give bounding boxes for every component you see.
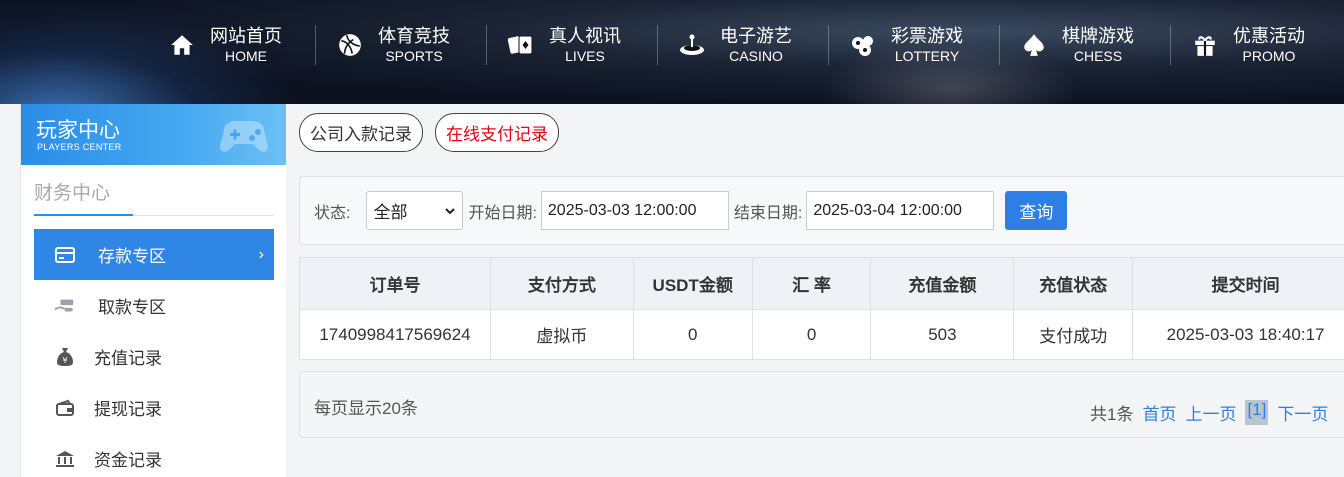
finance-center-heading: 财务中心: [34, 183, 111, 204]
nav-label: 彩票游戏: [891, 26, 963, 46]
home-icon: [168, 31, 196, 59]
nav-label: 体育竞技: [378, 26, 450, 46]
nav-sublabel: PROMO: [1242, 48, 1296, 64]
finance-menu: 存款专区 › 取款专区 ¥ 充值记录 提现记录 资金记录: [34, 229, 274, 477]
status-select-value: 全部: [373, 203, 408, 222]
nav-label: 优惠活动: [1233, 26, 1305, 46]
column-header: 订单号: [299, 257, 491, 310]
first-page-link[interactable]: 首页: [1142, 400, 1176, 425]
table-row: 1740998417569624 虚拟币 0 0 503 支付成功 2025-0…: [299, 309, 1344, 360]
column-header: 充值金额: [870, 257, 1015, 310]
svg-text:¥: ¥: [62, 356, 67, 365]
ball-icon: [336, 31, 364, 59]
nav-label: 真人视讯: [549, 26, 621, 46]
nav-sublabel: SPORTS: [385, 48, 443, 64]
start-date-input[interactable]: 2025-03-03 12:00:00: [540, 191, 729, 230]
payment-records-table: 订单号 支付方式 USDT金额 汇 率 充值金额 充值状态 提交时间 17409…: [299, 257, 1344, 360]
sidebar-item-deposit[interactable]: 存款专区 ›: [34, 229, 274, 280]
nav-item-casino[interactable]: 电子游艺 CASINO: [657, 25, 828, 65]
sidebar-item-label: 取款专区: [98, 298, 166, 317]
nav-item-promo[interactable]: 优惠活动 PROMO: [1170, 25, 1341, 65]
nav-label: 网站首页: [210, 26, 282, 46]
sidebar-item-withdraw[interactable]: 取款专区: [34, 280, 274, 331]
player-center-sidebar: 玩家中心 PLAYERS CENTER 财务中心 存款专区 › 取款专区 ¥ 充…: [20, 104, 286, 477]
nav-sublabel: HOME: [225, 48, 267, 64]
top-banner: 网站首页 HOME 体育竞技 SPORTS 真人视讯 LIVES 电子游艺 CASINO…: [0, 0, 1344, 104]
sidebar-item-label: 资金记录: [94, 451, 162, 470]
status-select[interactable]: 全部: [366, 191, 464, 230]
sidebar-item-recharge-records[interactable]: ¥ 充值记录: [34, 331, 274, 382]
current-page[interactable]: [1]: [1245, 400, 1269, 425]
nav-label: 电子游艺: [720, 26, 792, 46]
nav-label: 棋牌游戏: [1062, 26, 1134, 46]
next-page-link[interactable]: 下一页: [1277, 400, 1328, 425]
nav-item-chess[interactable]: 棋牌游戏 CHESS: [999, 25, 1170, 65]
record-tabs: 公司入款记录 在线支付记录: [299, 113, 559, 152]
column-header: USDT金额: [632, 257, 753, 310]
gift-icon: [1191, 31, 1219, 59]
nav-item-lottery[interactable]: 彩票游戏 LOTTERY: [828, 25, 999, 65]
gamepad-icon: [219, 121, 269, 152]
column-header: 汇 率: [751, 257, 872, 310]
prev-page-link[interactable]: 上一页: [1185, 400, 1236, 425]
main-nav: 网站首页 HOME 体育竞技 SPORTS 真人视讯 LIVES 电子游艺 CASINO…: [160, 0, 1341, 90]
per-page-text: 每页显示20条: [314, 399, 418, 418]
usdt-amount-cell: 0: [632, 309, 753, 360]
lottery-balls-icon: [849, 31, 877, 59]
sidebar-item-label: 提现记录: [94, 400, 162, 419]
recharge-status-cell: 支付成功: [1013, 309, 1134, 360]
players-center-title: 玩家中心: [36, 119, 120, 142]
column-header: 提交时间: [1132, 257, 1344, 310]
sidebar-item-label: 充值记录: [94, 349, 162, 368]
status-label: 状态:: [314, 204, 351, 222]
roulette-icon: [678, 31, 706, 59]
cards-icon: [507, 31, 535, 59]
sidebar-item-withdraw-records[interactable]: 提现记录: [34, 382, 274, 433]
payment-method-cell: 虚拟币: [489, 309, 634, 360]
submit-time-cell: 2025-03-03 18:40:17: [1132, 309, 1344, 360]
start-date-label: 开始日期:: [468, 204, 537, 222]
exchange-rate-cell: 0: [751, 309, 872, 360]
nav-sublabel: LIVES: [565, 48, 605, 64]
end-date-input[interactable]: 2025-03-04 12:00:00: [806, 191, 995, 230]
recharge-amount-cell: 503: [870, 309, 1015, 360]
money-bag-icon: ¥: [54, 346, 76, 368]
nav-item-home[interactable]: 网站首页 HOME: [160, 25, 315, 65]
tab-online-payment[interactable]: 在线支付记录: [435, 113, 559, 152]
wallet-icon: [54, 397, 76, 419]
nav-sublabel: CHESS: [1073, 48, 1123, 64]
nav-sublabel: CASINO: [729, 48, 783, 64]
query-button[interactable]: 查询: [1005, 191, 1068, 230]
nav-sublabel: LOTTERY: [894, 48, 960, 64]
chevron-down-icon: [445, 207, 456, 214]
end-date-label: 结束日期:: [733, 204, 803, 222]
cash-hand-icon: [54, 295, 76, 317]
bank-icon: [54, 448, 76, 470]
card-icon: [54, 244, 76, 266]
pagination: 共1条 首页 上一页 [1] 下一页: [1090, 400, 1328, 425]
pagination-bar: 每页显示20条 共1条 首页 上一页 [1] 下一页: [299, 371, 1344, 438]
order-number-cell: 1740998417569624: [299, 309, 491, 360]
sidebar-item-label: 存款专区: [98, 247, 166, 266]
nav-item-lives[interactable]: 真人视讯 LIVES: [486, 25, 657, 65]
column-header: 支付方式: [489, 257, 634, 310]
sidebar-item-fund-records[interactable]: 资金记录: [34, 433, 274, 477]
spade-icon: [1020, 31, 1048, 59]
tab-company-deposit[interactable]: 公司入款记录: [299, 113, 423, 152]
table-header-row: 订单号 支付方式 USDT金额 汇 率 充值金额 充值状态 提交时间: [299, 257, 1344, 310]
filter-bar: 状态: 全部 开始日期: 2025-03-03 12:00:00 结束日期: 2…: [299, 176, 1344, 245]
total-count: 共1条: [1090, 405, 1134, 424]
chevron-right-icon: ›: [258, 245, 264, 263]
section-underline: [34, 214, 133, 216]
players-center-subtitle: PLAYERS CENTER: [37, 142, 122, 152]
nav-item-sports[interactable]: 体育竞技 SPORTS: [315, 25, 486, 65]
column-header: 充值状态: [1013, 257, 1134, 310]
players-center-header: 玩家中心 PLAYERS CENTER: [21, 104, 286, 165]
